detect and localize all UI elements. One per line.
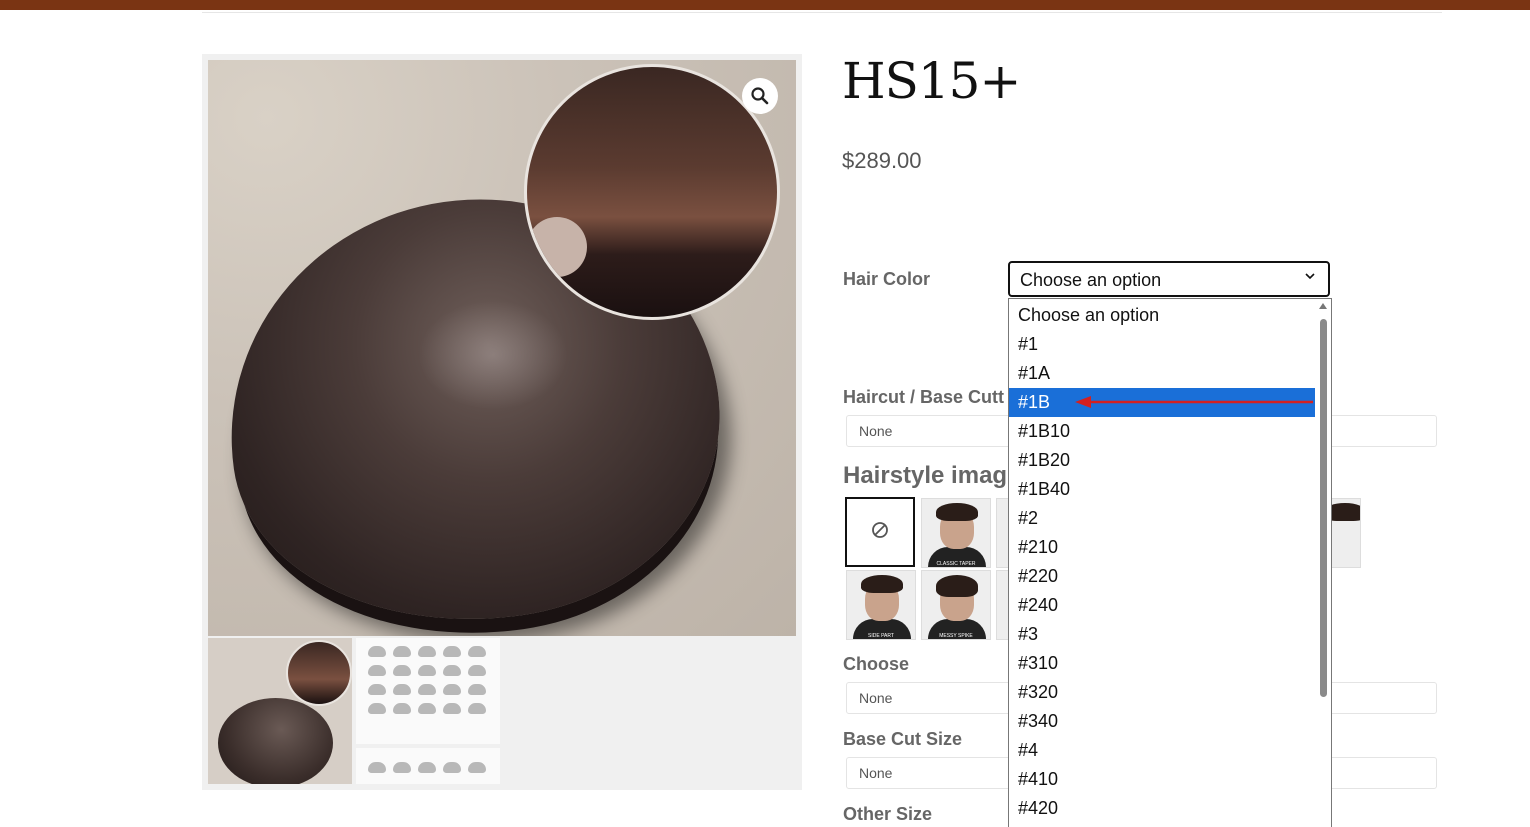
gallery-thumbnail-2[interactable] xyxy=(356,638,500,744)
dropdown-option[interactable]: #1A xyxy=(1009,359,1315,388)
dropdown-option[interactable]: #420 xyxy=(1009,794,1315,823)
dropdown-option[interactable]: #1B10 xyxy=(1009,417,1315,446)
main-product-image[interactable] xyxy=(208,60,796,636)
none-circle-slash-icon xyxy=(871,519,889,545)
dropdown-option[interactable]: #3 xyxy=(1009,620,1315,649)
header-divider xyxy=(202,12,1442,13)
hairstyle-option-none[interactable] xyxy=(845,497,915,567)
hairstyle-option-classic-taper[interactable]: CLASSIC TAPER xyxy=(921,498,991,568)
choose-label: Choose xyxy=(843,654,910,674)
magnifier-icon[interactable] xyxy=(742,78,778,114)
hair-color-dropdown-list[interactable]: Choose an option #1 #1A #1B #1B10 #1B20 #1B40 #… xyxy=(1008,298,1332,827)
scroll-up-arrow-icon[interactable] xyxy=(1319,303,1327,309)
other-size-label: Other Size xyxy=(843,804,933,824)
gallery-thumbnail-1[interactable] xyxy=(208,638,352,784)
scrollbar-thumb[interactable] xyxy=(1320,319,1327,697)
dropdown-option[interactable]: #240 xyxy=(1009,591,1315,620)
product-price: $289.00 xyxy=(842,148,922,173)
dropdown-option[interactable]: Choose an option xyxy=(1009,301,1315,330)
dropdown-option[interactable]: #4 xyxy=(1009,736,1315,765)
base-cut-size-label: Base Cut Size xyxy=(843,729,963,749)
dropdown-option[interactable]: #410 xyxy=(1009,765,1315,794)
dropdown-option[interactable]: #1 xyxy=(1009,330,1315,359)
haircut-label: Haircut / Base Cutt xyxy=(843,387,1005,407)
dropdown-option[interactable]: #310 xyxy=(1009,649,1315,678)
top-header-bar xyxy=(0,0,1530,10)
product-title: HS15+ xyxy=(842,52,1021,110)
dropdown-option[interactable]: #220 xyxy=(1009,562,1315,591)
dropdown-option[interactable]: #210 xyxy=(1009,533,1315,562)
hair-color-label: Hair Color xyxy=(843,269,931,289)
hairstyle-option-right[interactable] xyxy=(1331,498,1361,568)
annotation-arrow-icon xyxy=(1075,396,1313,408)
dropdown-scrollbar[interactable] xyxy=(1315,299,1331,827)
product-gallery xyxy=(202,54,802,790)
dropdown-option[interactable]: #340 xyxy=(1009,707,1315,736)
hairstyle-option-side-part[interactable]: SIDE PART xyxy=(846,570,916,640)
dropdown-option[interactable]: #1B20 xyxy=(1009,446,1315,475)
dropdown-option[interactable]: #2 xyxy=(1009,504,1315,533)
dropdown-option[interactable]: #1B40 xyxy=(1009,475,1315,504)
hairstyle-option-messy-spike[interactable]: MESSY SPIKE xyxy=(921,570,991,640)
gallery-thumbnail-3[interactable] xyxy=(356,748,500,784)
hairstyle-heading: Hairstyle imag xyxy=(843,462,1008,489)
dropdown-option[interactable]: #320 xyxy=(1009,678,1315,707)
hair-color-select[interactable]: Choose an option xyxy=(1008,261,1330,297)
hair-color-select-value: Choose an option xyxy=(1020,270,1162,290)
hair-closeup-inset xyxy=(524,64,780,320)
chevron-down-icon xyxy=(1304,269,1316,285)
